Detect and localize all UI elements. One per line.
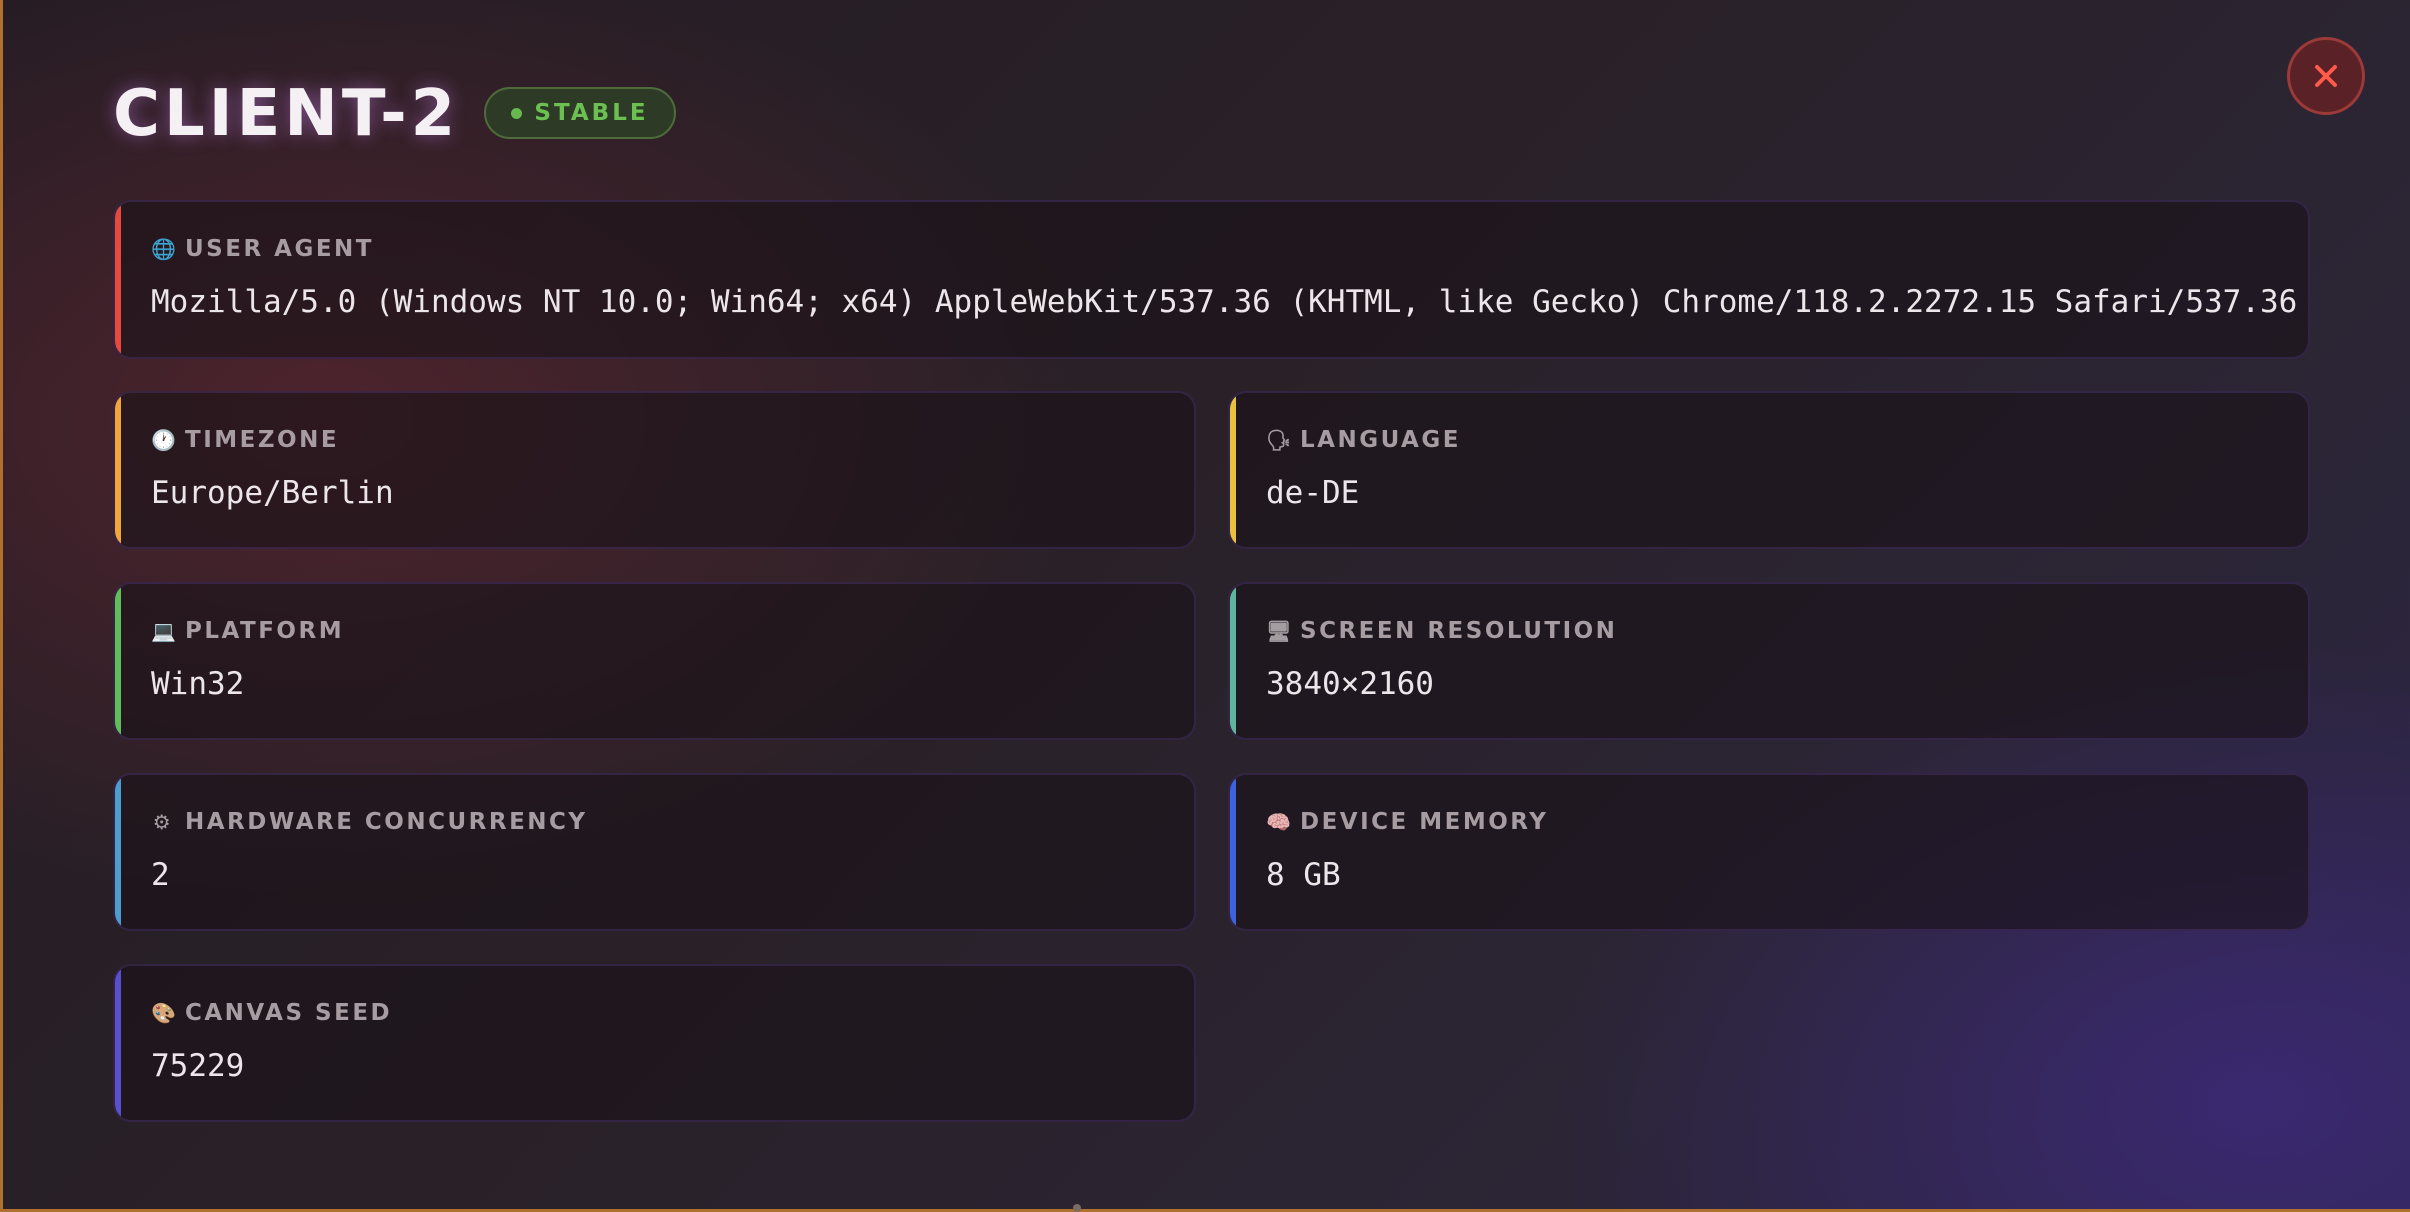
field-value: 2 [151, 857, 170, 893]
field-value: Europe/Berlin [151, 475, 394, 511]
field-value: Win32 [151, 666, 245, 702]
field-card-screen-resolution: 🖥 SCREEN RESOLUTION 3840×2160 [1228, 582, 2310, 740]
globe-icon: 🌐 [151, 237, 179, 261]
field-label: SCREEN RESOLUTION [1300, 618, 1618, 644]
field-value: Mozilla/5.0 (Windows NT 10.0; Win64; x64… [151, 284, 2298, 320]
field-value: 3840×2160 [1266, 666, 1434, 702]
resize-handle[interactable] [1073, 1204, 1081, 1212]
field-card-user-agent: 🌐 USER AGENT Mozilla/5.0 (Windows NT 10.… [113, 200, 2310, 359]
page-title: CLIENT-2 [113, 77, 460, 151]
field-value: 75229 [151, 1048, 245, 1084]
field-label: PLATFORM [185, 618, 345, 644]
monitor-icon: 🖥 [1266, 619, 1294, 643]
speech-icon: 🗣 [1266, 428, 1294, 452]
field-card-device-memory: 🧠 DEVICE MEMORY 8 GB [1228, 773, 2310, 931]
clock-icon: 🕐 [151, 428, 179, 452]
field-label: CANVAS SEED [185, 1000, 393, 1026]
brain-icon: 🧠 [1266, 810, 1294, 834]
field-value: 8 GB [1266, 857, 1341, 893]
palette-icon: 🎨 [151, 1001, 179, 1025]
field-value: de-DE [1266, 475, 1360, 511]
field-label: USER AGENT [185, 236, 374, 262]
field-card-hardware-concurrency: ⚙ HARDWARE CONCURRENCY 2 [113, 773, 1196, 931]
close-button[interactable] [2287, 37, 2365, 115]
field-card-timezone: 🕐 TIMEZONE Europe/Berlin [113, 391, 1196, 549]
field-label: LANGUAGE [1300, 427, 1461, 453]
laptop-icon: 💻 [151, 619, 179, 643]
field-label: TIMEZONE [185, 427, 340, 453]
field-label: DEVICE MEMORY [1300, 809, 1549, 835]
status-dot-icon [511, 107, 523, 119]
field-card-language: 🗣 LANGUAGE de-DE [1228, 391, 2310, 549]
field-label: HARDWARE CONCURRENCY [185, 809, 588, 835]
field-card-canvas-seed: 🎨 CANVAS SEED 75229 [113, 964, 1196, 1122]
close-icon [2315, 65, 2337, 87]
status-badge-label: STABLE [534, 100, 649, 126]
gear-icon: ⚙ [152, 810, 174, 834]
client-details-modal: CLIENT-2 STABLE 🌐 USER AGENT Mozilla/5.0… [0, 0, 2410, 1212]
status-badge: STABLE [484, 87, 676, 139]
field-card-platform: 💻 PLATFORM Win32 [113, 582, 1196, 740]
